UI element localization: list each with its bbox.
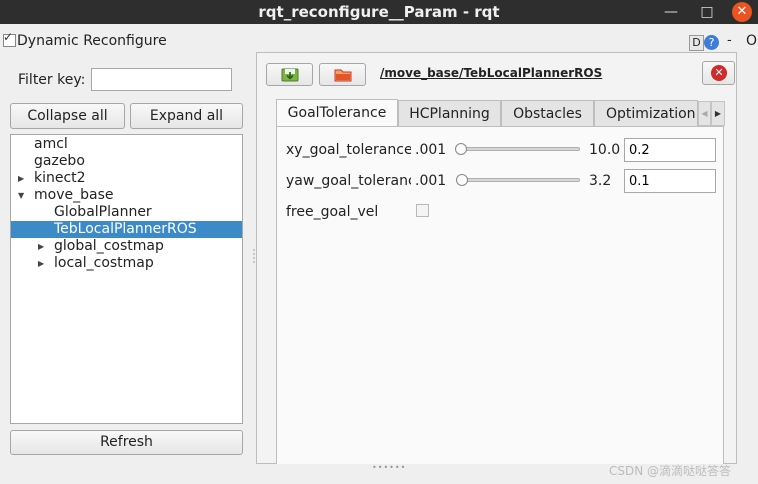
- minimize-icon[interactable]: —: [662, 0, 680, 24]
- save-icon: [281, 68, 298, 82]
- close-node-button[interactable]: ✕: [702, 61, 735, 85]
- xy-goal-tolerance-input[interactable]: [624, 138, 716, 162]
- param-min-label: .001: [415, 173, 447, 189]
- node-tree[interactable]: amcl gazebo ▶ kinect2 ▼ move_base Global…: [10, 134, 243, 424]
- collapse-arrow-icon[interactable]: ▼: [18, 187, 24, 204]
- tree-item-label: TebLocalPlannerROS: [54, 221, 197, 237]
- tab-scroll-left-icon[interactable]: ◀: [698, 101, 711, 126]
- close-icon: ✕: [711, 65, 727, 81]
- param-name-yaw-goal-tolerance: yaw_goal_tolerance: [286, 173, 411, 189]
- param-min-label: .001: [415, 142, 447, 158]
- expand-all-label: Expand all: [149, 108, 224, 124]
- tab-scroll-right-icon[interactable]: ▶: [711, 101, 725, 126]
- dock-button[interactable]: D: [689, 35, 704, 51]
- window-title: rqt_reconfigure__Param - rqt: [258, 3, 500, 21]
- refresh-button[interactable]: Refresh: [10, 430, 243, 455]
- param-name-xy-goal-tolerance: xy_goal_tolerance: [286, 142, 411, 158]
- tab-goaltolerance[interactable]: GoalTolerance: [276, 99, 398, 127]
- tree-item-global-costmap[interactable]: ▶ global_costmap: [11, 238, 242, 255]
- slider-track[interactable]: [458, 178, 580, 182]
- slider-track[interactable]: [458, 147, 580, 151]
- tab-hcplanning[interactable]: HCPlanning: [398, 100, 501, 126]
- watermark: CSDN @滴滴哒哒答答: [609, 464, 732, 478]
- tree-item-label: gazebo: [34, 153, 85, 169]
- resize-grip-icon[interactable]: ••••••: [372, 463, 406, 472]
- tree-item-kinect2[interactable]: ▶ kinect2: [11, 170, 242, 187]
- load-button[interactable]: [319, 63, 366, 86]
- tree-item-amcl[interactable]: amcl: [11, 136, 242, 153]
- filter-key-input[interactable]: [91, 68, 232, 91]
- tree-item-move-base[interactable]: ▼ move_base: [11, 187, 242, 204]
- tree-item-label: move_base: [34, 187, 114, 203]
- tab-obstacles[interactable]: Obstacles: [501, 100, 594, 126]
- node-path-label: /move_base/TebLocalPlannerROS: [380, 66, 603, 80]
- tree-item-label: local_costmap: [54, 255, 154, 271]
- tree-item-gazebo[interactable]: gazebo: [11, 153, 242, 170]
- open-folder-icon: [334, 69, 351, 82]
- expand-arrow-icon[interactable]: ▶: [38, 238, 44, 255]
- yaw-goal-tolerance-slider-handle[interactable]: [455, 174, 468, 186]
- collapse-all-label: Collapse all: [27, 108, 108, 124]
- tab-optimization[interactable]: Optimization: [594, 100, 698, 126]
- minimize-plugin-button[interactable]: -: [727, 33, 732, 48]
- param-max-label: 3.2: [589, 173, 612, 189]
- xy-goal-tolerance-slider-handle[interactable]: [455, 143, 467, 155]
- window-close-button[interactable]: ✕: [732, 2, 752, 22]
- tree-item-label: global_costmap: [54, 238, 164, 254]
- expand-arrow-icon[interactable]: ▶: [38, 255, 44, 272]
- free-goal-vel-checkbox[interactable]: [416, 204, 429, 217]
- options-button[interactable]: O: [746, 33, 757, 49]
- tree-item-label: kinect2: [34, 170, 86, 186]
- tree-item-local-costmap[interactable]: ▶ local_costmap: [11, 255, 242, 272]
- param-max-label: 10.0: [589, 142, 621, 158]
- param-name-free-goal-vel: free_goal_vel: [286, 204, 379, 220]
- tree-item-globalplanner[interactable]: GlobalPlanner: [11, 204, 242, 221]
- right-scrollbar[interactable]: [745, 52, 758, 464]
- save-button[interactable]: [266, 63, 313, 86]
- tree-item-label: amcl: [34, 136, 68, 152]
- check-icon: ✓: [3, 30, 14, 44]
- filter-key-label: Filter key:: [18, 72, 86, 88]
- maximize-icon[interactable]: □: [698, 0, 716, 24]
- plugin-title: Dynamic Reconfigure: [17, 33, 167, 49]
- collapse-all-button[interactable]: Collapse all: [10, 103, 125, 129]
- refresh-label: Refresh: [100, 434, 153, 450]
- yaw-goal-tolerance-input[interactable]: [624, 169, 716, 193]
- tree-item-label: GlobalPlanner: [54, 204, 152, 220]
- tree-item-teblocalplannerros[interactable]: TebLocalPlannerROS: [11, 221, 242, 238]
- help-icon[interactable]: ?: [704, 35, 719, 50]
- expand-all-button[interactable]: Expand all: [130, 103, 243, 129]
- expand-arrow-icon[interactable]: ▶: [18, 170, 24, 187]
